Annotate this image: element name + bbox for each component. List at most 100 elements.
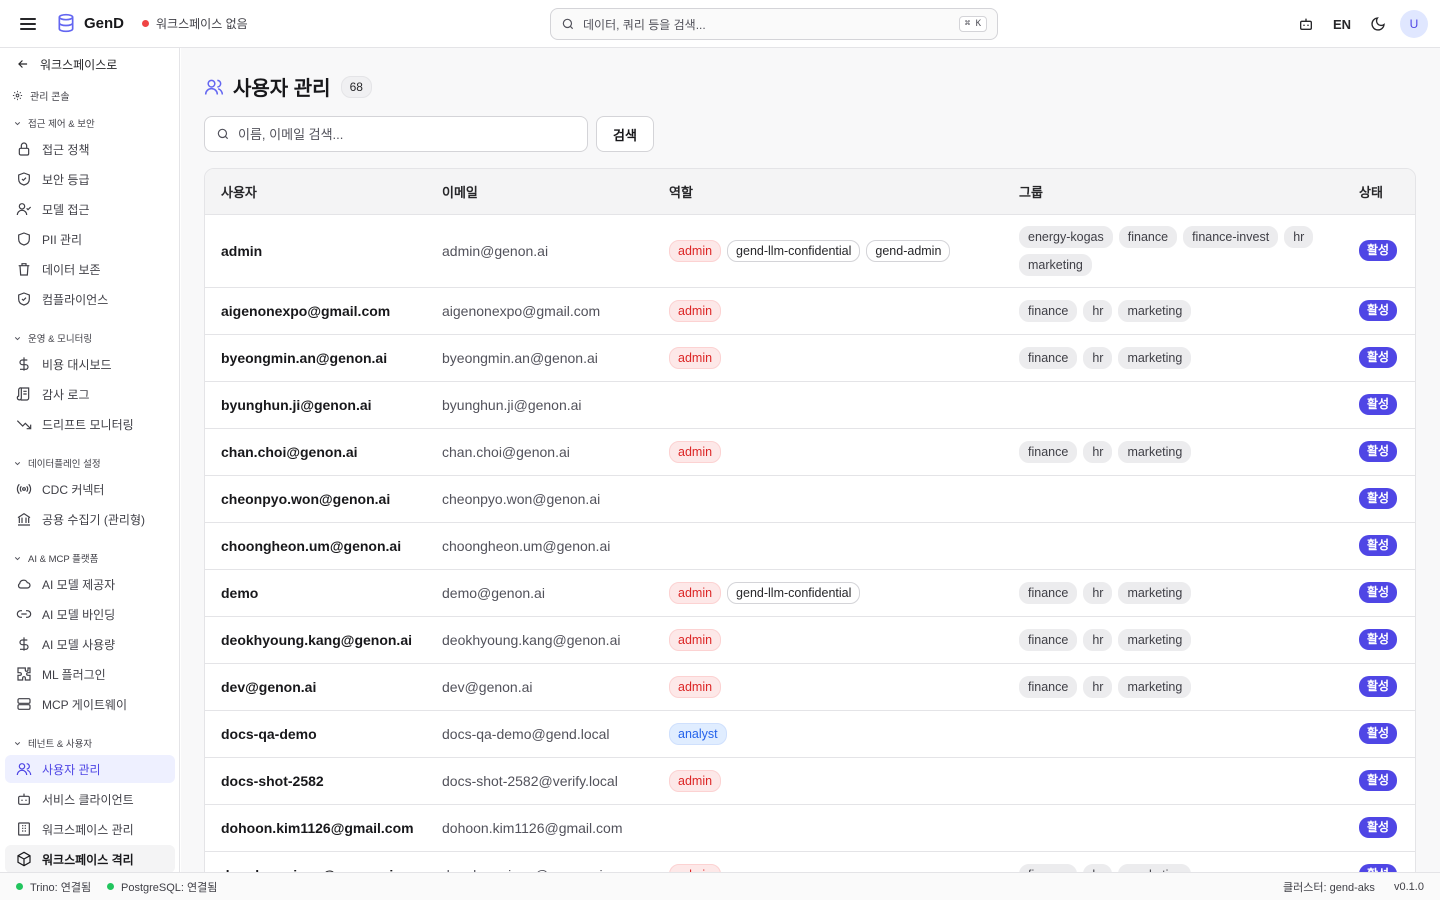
status-cell: 활성 <box>1343 334 1415 382</box>
dollar-icon <box>19 637 29 651</box>
language-toggle[interactable]: EN <box>1324 17 1360 32</box>
groups-cell <box>1003 381 1343 429</box>
col-header-role[interactable]: 역할 <box>653 169 1003 215</box>
chevron-down-icon <box>14 121 21 125</box>
role-badge: admin <box>669 581 722 604</box>
assistant-button[interactable] <box>1288 10 1324 38</box>
status-badge: 활성 <box>1359 300 1398 321</box>
sidebar-item-mcp-gateway[interactable]: MCP 게이트웨이 <box>5 690 175 718</box>
sidebar-item-data-retention[interactable]: 데이터 보존 <box>5 255 175 283</box>
sidebar-item-workspace-isolation[interactable]: 워크스페이스 격리 <box>5 845 175 872</box>
back-to-workspace-link[interactable]: 워크스페이스로 <box>16 56 117 72</box>
roles-cell: admin gend-llm-confidential <box>653 569 1003 617</box>
sidebar-item-access-policy[interactable]: 접근 정책 <box>5 135 175 163</box>
building-icon <box>18 822 30 836</box>
status-cell: 활성 <box>1343 522 1415 570</box>
sidebar-item-service-client[interactable]: 서비스 클라이언트 <box>5 785 175 813</box>
global-search[interactable]: 데이터, 쿼리 등을 검색... ⌘ K <box>550 8 998 40</box>
group-badge: marketing <box>1118 299 1192 322</box>
user-search-input[interactable] <box>238 126 576 142</box>
sidebar-item-security-level[interactable]: 보안 등급 <box>5 165 175 193</box>
group-badge: marketing <box>1118 628 1192 651</box>
avatar[interactable]: U <box>1400 10 1428 38</box>
email-cell: byeongmin.an@genon.ai <box>426 334 653 382</box>
link-icon <box>16 610 32 618</box>
sidebar-item-model-access[interactable]: 모델 접근 <box>5 195 175 223</box>
groups-cell: finance hr marketing <box>1003 851 1343 872</box>
sidebar-item-pii[interactable]: PII 관리 <box>5 225 175 253</box>
email-cell: cheonpyo.won@genon.ai <box>426 475 653 523</box>
section-ai-mcp[interactable]: AI & MCP 플랫폼 <box>13 551 98 565</box>
trino-status: Trino: 연결됨 <box>16 879 91 895</box>
sidebar-item-cdc-connector[interactable]: CDC 커넥터 <box>5 475 175 503</box>
section-dataplane[interactable]: 데이터플레인 설정 <box>13 456 101 470</box>
table-row[interactable]: chan.choi@genon.ai chan.choi@genon.ai admi… <box>205 428 1415 476</box>
table-row[interactable]: byunghun.ji@genon.ai byunghun.ji@genon.ai… <box>205 381 1415 429</box>
sidebar-item-ml-plugin[interactable]: ML 플러그인 <box>5 660 175 688</box>
table-row[interactable]: docs-qa-demo docs-qa-demo@gend.local analy… <box>205 710 1415 758</box>
table-row[interactable]: dohoon.kim1126@gmail.com dohoon.kim1126@g… <box>205 804 1415 852</box>
user-search[interactable] <box>204 116 588 152</box>
table-row[interactable]: docs-shot-2582 docs-shot-2582@verify.loca… <box>205 757 1415 805</box>
group-badge: marketing <box>1118 863 1192 872</box>
user-check-icon <box>16 203 32 216</box>
sidebar-item-ai-usage[interactable]: AI 모델 사용량 <box>5 630 175 658</box>
section-operations[interactable]: 운영 & 모니터링 <box>13 331 92 345</box>
sidebar-item-ai-binding[interactable]: AI 모델 바인딩 <box>5 600 175 628</box>
sidebar-item-user-management[interactable]: 사용자 관리 <box>5 755 175 783</box>
group-badge: finance <box>1019 346 1078 369</box>
table-row[interactable]: donghoon.jang@genon.aidonghoon.jang@geno… <box>205 851 1415 872</box>
sidebar-item-label: 서비스 클라이언트 <box>42 792 134 807</box>
role-badge: admin <box>669 346 722 369</box>
roles-cell: admin <box>653 334 1003 382</box>
table-row[interactable]: deokhyoung.kang@genon.ai deokhyoung.kang@… <box>205 616 1415 664</box>
status-badge: 활성 <box>1359 817 1398 838</box>
table-row[interactable]: choongheon.um@genon.ai choongheon.um@geno… <box>205 522 1415 570</box>
section-access-control[interactable]: 접근 제어 & 보안 <box>13 116 95 130</box>
group-badge: hr <box>1083 346 1113 369</box>
group-badge: hr <box>1284 225 1314 248</box>
section-title: 운영 & 모니터링 <box>28 334 93 345</box>
postgres-status: PostgreSQL: 연결됨 <box>107 879 217 895</box>
col-header-group[interactable]: 그룹 <box>1003 169 1343 215</box>
table-row[interactable]: demo demo@genon.ai admin gend-llm-confident… <box>205 569 1415 617</box>
sidebar-item-drift-monitoring[interactable]: 드리프트 모니터링 <box>5 410 175 438</box>
postgres-status-dot <box>107 883 114 890</box>
theme-toggle[interactable] <box>1360 10 1396 38</box>
search-button[interactable]: 검색 <box>596 116 654 152</box>
table-row[interactable]: byeongmin.an@genon.ai byeongmin.an@genon.… <box>205 334 1415 382</box>
menu-icon[interactable] <box>20 16 36 32</box>
group-badge: hr <box>1083 299 1113 322</box>
section-tenant-users[interactable]: 테넌트 & 사용자 <box>13 736 92 750</box>
table-row[interactable]: cheonpyo.won@genon.ai cheonpyo.won@genon.… <box>205 475 1415 523</box>
group-badge: finance <box>1019 440 1078 463</box>
sidebar-item-shared-collector[interactable]: 공용 수집기 (관리형) <box>5 505 175 533</box>
status-cell: 활성 <box>1343 214 1415 288</box>
role-badge: analyst <box>669 722 727 745</box>
table-row[interactable]: admin admin@genon.ai admin gend-llm-confide… <box>205 214 1415 288</box>
sidebar-item-workspace-management[interactable]: 워크스페이스 관리 <box>5 815 175 843</box>
workspace-selector[interactable]: 워크스페이스 없음 <box>142 15 248 32</box>
user-name-cell: byunghun.ji@genon.ai <box>205 381 426 429</box>
col-header-status[interactable]: 상태 <box>1343 169 1415 215</box>
groups-cell <box>1003 757 1343 805</box>
back-label: 워크스페이스로 <box>40 57 118 72</box>
status-badge: 활성 <box>1359 488 1398 509</box>
roles-cell: admin <box>653 616 1003 664</box>
role-badge: admin <box>669 440 722 463</box>
groups-cell <box>1003 804 1343 852</box>
sidebar-item-compliance[interactable]: 컴플라이언스 <box>5 285 175 313</box>
roles-cell: admin <box>653 287 1003 335</box>
col-header-email[interactable]: 이메일 <box>426 169 653 215</box>
sidebar-item-audit-log[interactable]: 감사 로그 <box>5 380 175 408</box>
table-row[interactable]: dev@genon.ai dev@genon.ai admin finance hr ma… <box>205 663 1415 711</box>
user-name-cell: docs-shot-2582 <box>205 757 426 805</box>
page-header: 사용자 관리 68 <box>204 72 372 101</box>
sidebar-item-cost-dashboard[interactable]: 비용 대시보드 <box>5 350 175 378</box>
app-logo[interactable]: GenD <box>56 13 124 33</box>
sidebar-item-ai-provider[interactable]: AI 모델 제공자 <box>5 570 175 598</box>
admin-console-text: 관리 콘솔 <box>30 91 70 103</box>
col-header-user[interactable]: 사용자 <box>205 169 426 215</box>
table-row[interactable]: aigenonexpo@gmail.com aigenonexpo@gmail.c… <box>205 287 1415 335</box>
bank-icon <box>17 512 31 526</box>
